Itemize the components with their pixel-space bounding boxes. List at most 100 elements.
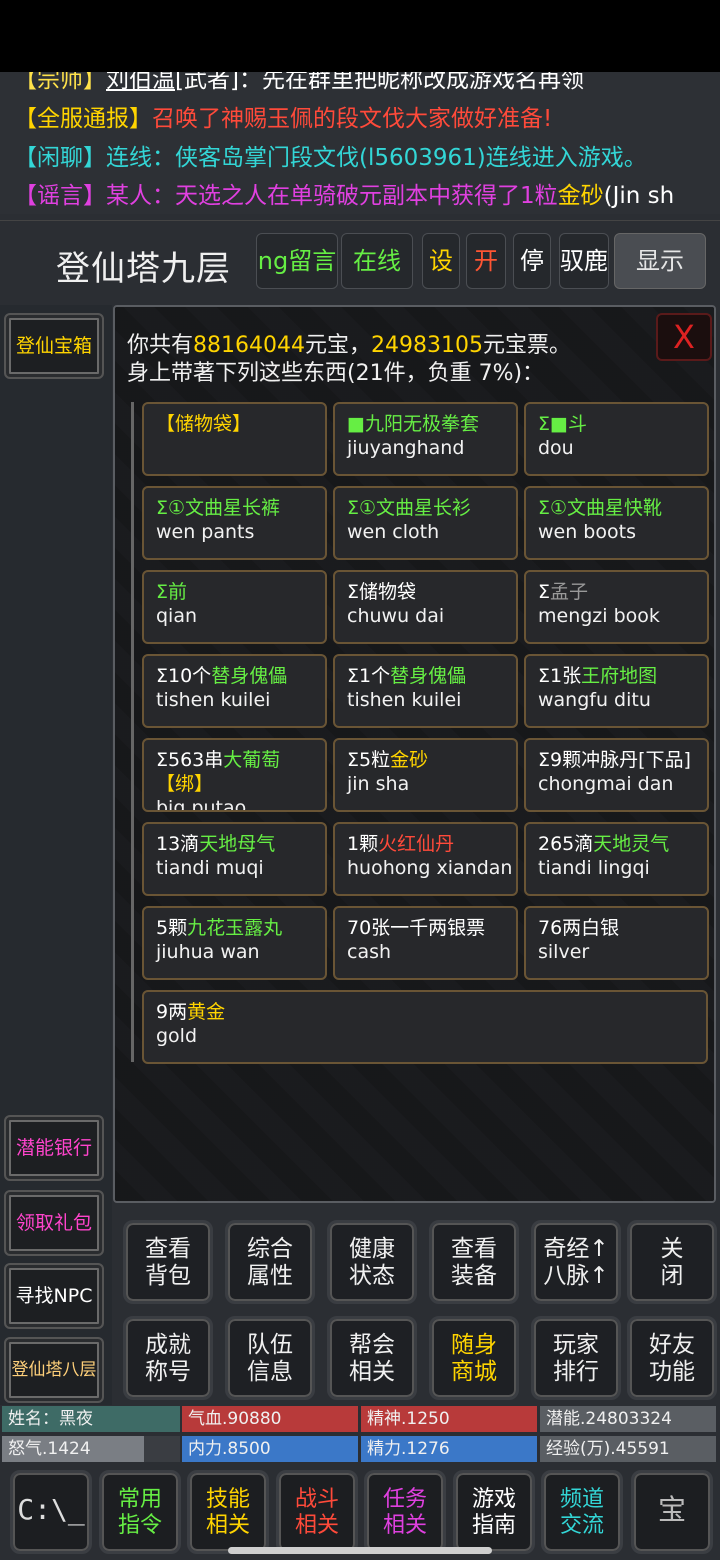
item-bound-tag: 【绑】 [156,773,214,795]
action-label: 称号 [145,1359,191,1385]
inventory-item[interactable]: 9两黄金 gold [142,990,708,1064]
inventory-item[interactable]: Σ孟子 mengzi book [524,570,709,644]
chat-item[interactable]: 金砂 [558,183,604,209]
action-button[interactable]: 查看 背包 [123,1220,213,1304]
action-button[interactable]: 玩家 排行 [531,1316,621,1400]
sidebar-item-potential-bank[interactable]: 潜能银行 [4,1115,104,1181]
chat-text: (Jin sh [603,183,675,209]
item-name: Σ储物袋 [347,580,516,604]
item-name: Σ①文曲星长裤 [156,496,325,520]
sidebar-item-treasure-box[interactable]: 登仙宝箱 [4,313,104,379]
action-button[interactable]: 好友 功能 [627,1316,717,1400]
inventory-item[interactable]: Σ■斗 dou [524,402,709,476]
inventory-item[interactable]: Σ前 qian [142,570,327,644]
sidebar-item-tower-8[interactable]: 登仙塔八层 [4,1337,104,1403]
inventory-item[interactable]: Σ563串大葡萄 【绑】 big putao [142,738,327,812]
inventory-item[interactable]: Σ10个替身傀儡 tishen kuilei [142,654,327,728]
inventory-item[interactable]: Σ5粒金砂 jin sha [333,738,518,812]
action-button[interactable]: 查看 装备 [429,1220,519,1304]
scroll-track[interactable] [131,402,134,1062]
item-id: wen boots [538,521,636,543]
item-id: huohong xiandan [347,857,513,879]
item-name-part: Σ9颗冲脉丹[下品] [538,749,691,771]
stat-bar: 内力.8500 [182,1436,358,1462]
nav-button[interactable]: 任务 相关 [364,1470,446,1554]
action-button[interactable]: 奇经↑ 八脉↑ [531,1220,621,1304]
action-button[interactable]: 成就 称号 [123,1316,213,1400]
stat-bar: 潜能.24803324 [540,1406,716,1432]
nav-button[interactable]: 游戏 指南 [453,1470,535,1554]
inventory-item[interactable]: Σ1个替身傀儡 tishen kuilei [333,654,518,728]
chat-line: 【闲聊】连线：侠客岛掌门段文伐(l5603961)连线进入游戏。 [14,144,647,172]
stat-label: 精神.1250 [367,1409,450,1429]
action-button[interactable]: 队伍 信息 [225,1316,315,1400]
item-name: ■九阳无极拳套 [347,412,516,436]
nav-button[interactable]: 战斗 相关 [276,1470,358,1554]
message-button[interactable]: ng留言 [256,233,338,289]
inventory-item[interactable]: 76两白银 silver [524,906,709,980]
nav-button[interactable]: 技能 相关 [187,1470,269,1554]
action-label: 玩家 [553,1332,599,1358]
inventory-item[interactable]: 70张一千两银票 cash [333,906,518,980]
ride-button[interactable]: 驭鹿 [559,233,609,289]
nav-label: 相关 [382,1513,427,1538]
inventory-summary: 身上带著下列这些东西(21件，负重 7%)： [127,361,545,386]
inventory-item[interactable]: Σ储物袋 chuwu dai [333,570,518,644]
display-button[interactable]: 显示 [614,233,706,289]
nav-button[interactable]: 频道 交流 [541,1470,623,1554]
item-name-part: 【储物袋】 [156,413,252,435]
action-label: 成就 [145,1332,191,1358]
nav-label: 频道 [559,1487,604,1512]
action-button[interactable]: 综合 属性 [225,1220,315,1304]
action-label: 队伍 [247,1332,293,1358]
item-id: wen cloth [347,521,440,543]
chat-feed[interactable]: 【宗师】刘伯温[武者]：先在群里把昵称改成游戏名再领 【全服通报】召唤了神赐玉佩… [0,72,720,214]
inventory-item[interactable]: Σ①文曲星快靴 wen boots [524,486,709,560]
start-button[interactable]: 开 [466,233,506,289]
inventory-item[interactable]: Σ9颗冲脉丹[下品] chongmai dan [524,738,709,812]
action-button[interactable]: 关闭 [627,1220,717,1304]
chat-tag: 【宗师】 [14,72,106,93]
item-name-part: 天地灵气 [593,833,670,855]
item-name-part: 5颗 [156,917,188,939]
inventory-item[interactable]: Σ①文曲星长衫 wen cloth [333,486,518,560]
item-name-part: 70张一千两银票 [347,917,486,939]
action-button[interactable]: 随身 商城 [429,1316,519,1400]
treasure-icon[interactable]: 宝 [631,1470,713,1554]
sidebar: 登仙宝箱 潜能银行 领取礼包 寻找NPC 登仙塔八层 [0,305,112,1405]
online-button[interactable]: 在线 [341,233,413,289]
inventory-item[interactable]: 5颗九花玉露丸 jiuhua wan [142,906,327,980]
nav-button[interactable]: 常用 指令 [99,1470,181,1554]
sidebar-item-gift-pack[interactable]: 领取礼包 [4,1190,104,1256]
inventory-item[interactable]: 265滴天地灵气 tiandi lingqi [524,822,709,896]
item-name-part: 替身傀儡 [390,665,467,687]
item-name-part: Σ前 [156,581,188,603]
stat-label: 经验(万).45591 [546,1439,670,1459]
nav-label: 任务 [382,1487,427,1512]
sidebar-item-find-npc[interactable]: 寻找NPC [4,1263,104,1329]
inventory-item[interactable]: ■九阳无极拳套 jiuyanghand [333,402,518,476]
item-name: 9两黄金 [156,1000,706,1024]
inventory-item[interactable]: 【储物袋】 [142,402,327,476]
item-name: Σ①文曲星快靴 [538,496,707,520]
inventory-item[interactable]: 13滴天地母气 tiandi muqi [142,822,327,896]
item-name-part: 天地母气 [199,833,276,855]
chat-name[interactable]: 刘伯温 [106,72,175,93]
stat-bar: 怒气.1424 [2,1436,180,1462]
stop-button[interactable]: 停 [513,233,551,289]
inventory-item[interactable]: Σ1张王府地图 wangfu ditu [524,654,709,728]
item-id: tishen kuilei [156,689,271,711]
action-button[interactable]: 健康 状态 [327,1220,417,1304]
settings-button[interactable]: 设 [422,233,460,289]
action-button[interactable]: 帮会 相关 [327,1316,417,1400]
stat-bar: 精力.1276 [361,1436,537,1462]
inventory-item[interactable]: 1颗火红仙丹 huohong xiandan [333,822,518,896]
nav-label: 技能 [205,1487,250,1512]
inventory-item[interactable]: Σ①文曲星长裤 wen pants [142,486,327,560]
console-icon[interactable]: C:\_ [10,1470,92,1554]
close-button[interactable]: X [656,313,712,361]
item-id: mengzi book [538,605,660,627]
item-name: Σ孟子 [538,580,707,604]
item-id: wangfu ditu [538,689,651,711]
item-id: big putao [156,797,247,812]
